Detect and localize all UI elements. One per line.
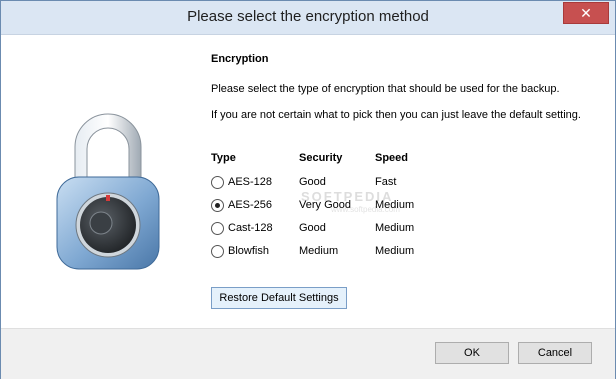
option-type: Blowfish (228, 245, 269, 257)
description-line-2: If you are not certain what to pick then… (211, 109, 581, 121)
radio-button[interactable] (211, 176, 224, 189)
ok-button[interactable]: OK (435, 342, 509, 364)
option-security: Very Good (299, 199, 351, 211)
encryption-option-blowfish[interactable]: Blowfish Medium Medium (211, 243, 431, 263)
title-bar: Please select the encryption method ✕ (1, 1, 615, 35)
close-button[interactable]: ✕ (563, 2, 609, 24)
encryption-option-aes-128[interactable]: AES-128 Good Fast (211, 174, 431, 194)
radio-button-selected[interactable] (211, 199, 224, 212)
option-type: AES-256 (228, 199, 273, 211)
header-security: Security (299, 152, 343, 164)
dialog-footer: OK Cancel (1, 328, 615, 379)
radio-button[interactable] (211, 245, 224, 258)
option-speed: Medium (375, 199, 415, 211)
option-speed: Medium (375, 245, 415, 257)
section-title: Encryption (211, 53, 269, 65)
option-speed: Medium (375, 222, 415, 234)
option-speed: Fast (375, 176, 397, 188)
radio-button[interactable] (211, 222, 224, 235)
window-title: Please select the encryption method (187, 8, 429, 25)
header-speed: Speed (375, 152, 409, 164)
restore-defaults-button[interactable]: Restore Default Settings (211, 287, 347, 309)
option-security: Good (299, 176, 326, 188)
encryption-dialog: Please select the encryption method ✕ SO… (0, 0, 616, 379)
header-type: Type (211, 152, 236, 164)
option-type: AES-128 (228, 176, 273, 188)
description-line-1: Please select the type of encryption tha… (211, 83, 560, 95)
cancel-button[interactable]: Cancel (518, 342, 592, 364)
encryption-option-cast-128[interactable]: Cast-128 Good Medium (211, 220, 431, 240)
option-security: Medium (299, 245, 339, 257)
option-type: Cast-128 (228, 222, 273, 234)
dialog-body: SOFTPEDIA www.softpedia.com Encryption P… (1, 35, 615, 328)
padlock-icon (56, 113, 160, 270)
option-security: Good (299, 222, 326, 234)
encryption-option-aes-256[interactable]: AES-256 Very Good Medium (211, 197, 431, 217)
